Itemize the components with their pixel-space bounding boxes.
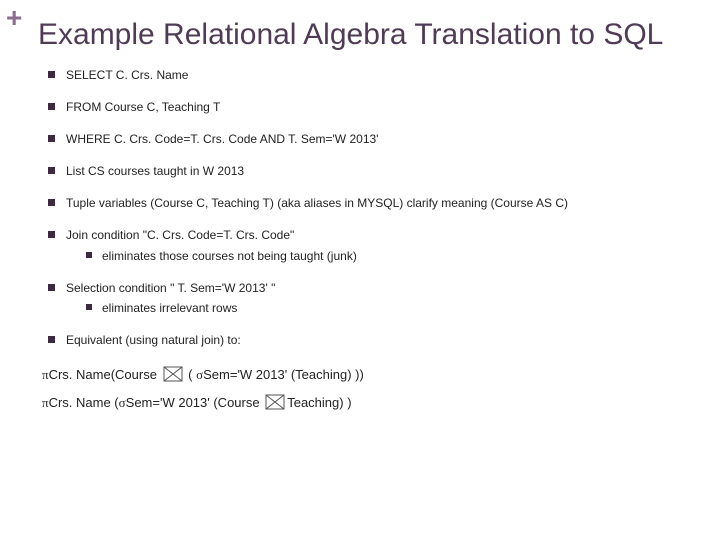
slide-title: Example Relational Algebra Translation t… <box>38 18 690 53</box>
pi-symbol: π <box>42 395 49 410</box>
list-item: Join condition "C. Crs. Code=T. Crs. Cod… <box>48 227 690 263</box>
formula-line-2: πCrs. Name (σSem='W 2013' (Course Teachi… <box>42 392 690 414</box>
list-item: WHERE C. Crs. Code=T. Crs. Code AND T. S… <box>48 131 690 147</box>
list-item: eliminates irrelevant rows <box>86 300 690 316</box>
list-item: Selection condition " T. Sem='W 2013' " … <box>48 280 690 316</box>
list-item: Equivalent (using natural join) to: <box>48 332 690 348</box>
list-item: FROM Course C, Teaching T <box>48 99 690 115</box>
pi-symbol: π <box>42 367 49 382</box>
slide: + Example Relational Algebra Translation… <box>0 0 720 540</box>
formula-text: Teaching) ) <box>287 395 351 410</box>
plus-icon: + <box>6 2 22 34</box>
natural-join-icon <box>265 394 285 410</box>
formula-text: Sem='W 2013' (Course <box>126 395 264 410</box>
bullet-list: SELECT C. Crs. Name FROM Course C, Teach… <box>48 67 690 349</box>
list-item-label: Selection condition " T. Sem='W 2013' " <box>66 281 275 295</box>
natural-join-icon <box>163 366 183 382</box>
formula-line-1: πCrs. Name(Course ( σSem='W 2013' (Teach… <box>42 364 690 386</box>
formula-text: ( <box>185 367 197 382</box>
nested-list: eliminates those courses not being taugh… <box>86 248 690 264</box>
list-item: List CS courses taught in W 2013 <box>48 163 690 179</box>
list-item: eliminates those courses not being taugh… <box>86 248 690 264</box>
sigma-symbol: σ <box>119 395 126 410</box>
formula-text: Sem='W 2013' (Teaching) )) <box>203 367 364 382</box>
formula-text: Crs. Name ( <box>49 395 119 410</box>
formula-text: Crs. Name(Course <box>49 367 161 382</box>
list-item-label: Join condition "C. Crs. Code=T. Crs. Cod… <box>66 228 294 242</box>
nested-list: eliminates irrelevant rows <box>86 300 690 316</box>
list-item: SELECT C. Crs. Name <box>48 67 690 83</box>
list-item: Tuple variables (Course C, Teaching T) (… <box>48 195 690 211</box>
